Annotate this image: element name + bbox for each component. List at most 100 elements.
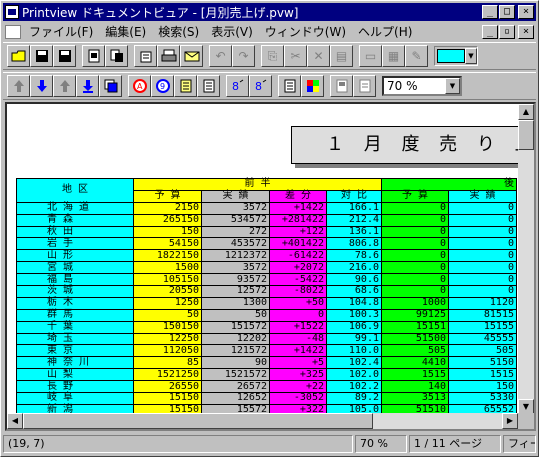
vertical-scroll-thumb[interactable] [518,120,534,150]
region-cell: 埼 玉 [16,332,134,346]
menu-window[interactable]: ウィンドウ(W) [259,23,352,40]
menu-search[interactable]: 検索(S) [152,23,205,40]
save-all-icon[interactable] [53,45,76,67]
zoom-value: 70 % [387,79,418,93]
menu-help[interactable]: ヘルプ(H) [352,23,418,40]
scroll-right-icon[interactable]: ▶ [502,413,518,429]
table-row: 山 形 1822150 1212372 -61422 78.6 0 0 [16,249,517,263]
maximize-button[interactable]: □ [499,5,515,19]
link-icon[interactable]: 8 [226,75,249,97]
menu-edit[interactable]: 編集(E) [99,23,152,40]
doc-close-button[interactable]: × [518,24,534,39]
arrow-down-icon[interactable] [30,75,53,97]
title-bar[interactable]: Printview ドキュメントビュア - [月別売上げ.pvw] _ □ × [3,3,536,21]
close-button[interactable]: × [518,5,534,19]
table-row: 福 島 105150 93572 -5422 90.6 0 0 [16,273,517,287]
cut-icon[interactable]: ✂ [284,45,307,67]
actual-cell: 453572 [201,237,270,251]
diff-cell: +50 [269,296,327,310]
table-row: 長 野 26550 26572 +22 102.2 140 150 [16,380,517,394]
page-setup-icon[interactable] [330,75,353,97]
color-mode-icon[interactable] [301,75,324,97]
menu-file[interactable]: ファイル(F) [23,23,99,40]
ratio-cell: 90.6 [326,273,382,287]
actual-cell: 12202 [201,332,270,346]
scroll-up-icon[interactable]: ▲ [518,104,534,120]
zoom-select[interactable]: 70 % ▼ [382,76,462,96]
menu-view[interactable]: 表示(V) [205,23,259,40]
page-layout-icon[interactable] [105,45,128,67]
navigation-toolbar: A 9 8 8 70 % ▼ [3,72,536,100]
save-icon[interactable] [30,45,53,67]
diff-header: 差 分 [269,189,327,203]
budget2-cell: 51500 [381,332,449,346]
find-number-icon[interactable]: 9 [151,75,174,97]
budget2-cell: 0 [381,213,449,227]
app-icon[interactable] [5,5,19,19]
diff-cell: +2072 [269,261,327,275]
pen-icon[interactable]: ✎ [405,45,428,67]
actual-cell: 93572 [201,273,270,287]
paste-icon[interactable]: ▤ [330,45,353,67]
diff-cell: -5422 [269,273,327,287]
undo-icon[interactable]: ↶ [209,45,232,67]
document-viewport[interactable]: １ 月 度 売 り 上 げ 集 地 区 前 半 後 予 算 実 績 差 分 対 … [5,102,536,431]
budget2-cell: 15151 [381,320,449,334]
open-folder-icon[interactable] [7,45,30,67]
table-row: 群 馬 50 50 0 100.3 99125 81515 [16,308,517,322]
color-swatch [437,49,465,63]
actual2-cell: 150 [448,380,517,394]
copy-icon[interactable]: ⎘ [261,45,284,67]
printer-icon[interactable] [157,45,180,67]
go-to-page-icon[interactable] [99,75,122,97]
window-title: Printview ドキュメントビュア - [月別売上げ.pvw] [22,5,299,20]
scroll-left-icon[interactable]: ◀ [7,413,23,429]
chevron-down-icon[interactable]: ▼ [465,48,477,64]
region-cell: 福 島 [16,273,134,287]
actual-cell: 1300 [201,296,270,310]
delete-icon[interactable]: ✕ [307,45,330,67]
document-icon[interactable] [5,24,21,39]
minimize-button[interactable]: _ [482,5,498,19]
properties-icon[interactable] [134,45,157,67]
single-page-icon[interactable] [278,75,301,97]
redo-icon[interactable]: ↷ [232,45,255,67]
report-title: １ 月 度 売 り 上 げ 集 [291,126,520,164]
table-row: 秋 田 150 272 +122 136.1 0 0 [16,225,517,239]
bookmark-icon[interactable] [174,75,197,97]
budget2-cell: 1000 [381,296,449,310]
arrow-up-icon[interactable] [53,75,76,97]
doc-restore-button[interactable]: ▫ [499,24,515,39]
region-cell: 群 馬 [16,308,134,322]
last-page-icon[interactable] [76,75,99,97]
table-row: 神 奈 川 85 90 +5 102.4 4410 5150 [16,356,517,370]
chevron-down-icon[interactable]: ▼ [445,78,460,94]
print-preview-icon[interactable] [82,45,105,67]
text-box-icon[interactable]: ▭ [359,45,382,67]
budget2-cell: 140 [381,380,449,394]
application-window: Printview ドキュメントビュア - [月別売上げ.pvw] _ □ × … [0,0,539,457]
budget2-cell: 0 [381,237,449,251]
mail-icon[interactable] [180,45,203,67]
budget2-cell: 99125 [381,308,449,322]
status-zoom: 70 % [355,435,407,453]
fill-icon[interactable]: ▦ [382,45,405,67]
page-fit-icon[interactable] [353,75,376,97]
vertical-scrollbar[interactable]: ▲ ▼ [518,104,534,415]
link-edit-icon[interactable]: 8 [249,75,272,97]
diff-cell: 0 [269,308,327,322]
color-select[interactable]: ▼ [434,46,478,66]
doc-minimize-button[interactable]: _ [482,24,498,39]
first-page-icon[interactable] [7,75,30,97]
horizontal-scrollbar[interactable]: ◀ ▶ [7,413,518,429]
table-row: 宮 城 1500 3572 +2072 216.0 0 0 [16,261,517,275]
ratio-cell: 806.8 [326,237,382,251]
bookmark-list-icon[interactable] [197,75,220,97]
table-row: 埼 玉 12250 12202 -48 99.1 51500 45555 [16,332,517,346]
horizontal-scroll-thumb[interactable] [23,413,373,429]
budget2-cell: 0 [381,273,449,287]
actual-cell: 272 [201,225,270,239]
page-indicator: 1 / 11 ページ [409,435,501,453]
find-text-icon[interactable]: A [128,75,151,97]
actual2-cell: 505 [448,344,517,358]
